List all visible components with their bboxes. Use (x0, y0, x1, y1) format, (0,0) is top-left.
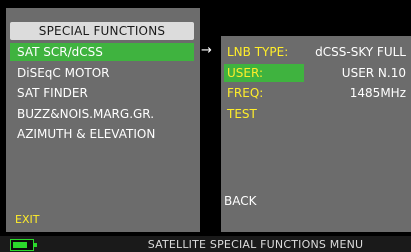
test-label: TEST (227, 107, 257, 121)
menu-item-label: SAT SCR/dCSS (17, 45, 103, 59)
lnb-type-label: LNB TYPE: (227, 45, 289, 59)
lnb-type-row[interactable]: LNB TYPE: dCSS-SKY FULL (224, 43, 410, 61)
menu-item-label: SAT FINDER (17, 86, 88, 100)
freq-label: FREQ: (227, 86, 264, 100)
user-value: USER N.10 (341, 66, 406, 80)
freq-value: 1485MHz (349, 86, 406, 100)
lnb-type-value: dCSS-SKY FULL (315, 45, 406, 59)
freq-row[interactable]: FREQ: 1485MHz (224, 84, 410, 102)
right-arrow-icon: → (201, 43, 212, 58)
user-label: USER: (227, 66, 263, 80)
menu-title: SATELLITE SPECIAL FUNCTIONS MENU (147, 238, 364, 251)
user-row[interactable]: USER: USER N.10 (224, 64, 410, 82)
special-functions-title-text: SPECIAL FUNCTIONS (38, 24, 166, 38)
test-row[interactable]: TEST (224, 105, 410, 123)
menu-item-sat-scr-dcss[interactable]: SAT SCR/dCSS (10, 43, 194, 61)
menu-item-label: AZIMUTH & ELEVATION (17, 127, 156, 141)
menu-item-label: DiSEqC MOTOR (17, 66, 110, 80)
special-functions-title: SPECIAL FUNCTIONS (10, 22, 194, 40)
menu-item-label: BUZZ&NOIS.MARG.GR. (17, 107, 155, 121)
battery-tip (34, 243, 37, 247)
menu-item-diseqc-motor[interactable]: DiSEqC MOTOR (10, 64, 194, 82)
battery-icon (10, 239, 37, 251)
menu-item-sat-finder[interactable]: SAT FINDER (10, 84, 194, 102)
battery-level-fill (13, 242, 27, 248)
exit-button[interactable]: EXIT (15, 213, 39, 226)
menu-item-azimuth-elevation[interactable]: AZIMUTH & ELEVATION (10, 125, 194, 143)
back-button[interactable]: BACK (224, 194, 256, 208)
status-bar: SATELLITE SPECIAL FUNCTIONS MENU (0, 236, 411, 252)
menu-item-buzz-nois-marg-gr[interactable]: BUZZ&NOIS.MARG.GR. (10, 105, 194, 123)
